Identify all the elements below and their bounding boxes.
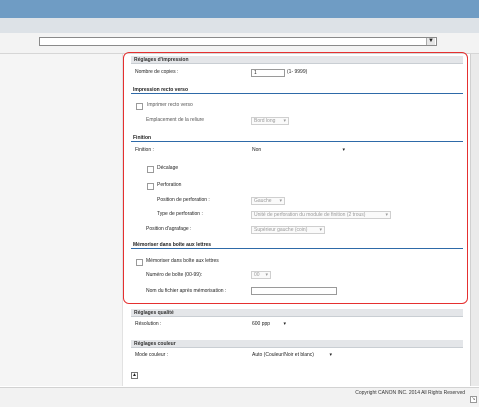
- chevron-down-icon: ▾: [283, 321, 286, 327]
- chevron-down-icon[interactable]: ▼: [426, 38, 435, 45]
- chevron-down-icon: ▾: [329, 352, 332, 358]
- resize-corner-icon[interactable]: ↘: [470, 396, 477, 403]
- vertical-scrollbar[interactable]: [470, 54, 479, 386]
- left-panel: [0, 54, 123, 386]
- color-mode-select[interactable]: Auto (Couleur/Noir et blanc) ▾: [252, 352, 334, 360]
- resolution-value: 600 ppp: [252, 321, 271, 327]
- color-mode-label: Mode couleur :: [135, 352, 169, 358]
- app-header-bar: [0, 0, 479, 18]
- view-select[interactable]: ▼: [39, 37, 437, 46]
- resolution-label: Résolution :: [135, 321, 162, 327]
- color-settings-header: Réglages couleur: [131, 340, 463, 348]
- resolution-select[interactable]: 600 ppp ▾: [252, 321, 288, 329]
- app-subheader-bar: [0, 18, 479, 34]
- copyright-text: Copyright CANON INC. 2014 All Rights Res…: [355, 390, 465, 396]
- color-mode-value: Auto (Couleur/Noir et blanc): [252, 352, 314, 358]
- scroll-to-top-button[interactable]: ▲: [131, 372, 138, 379]
- quality-settings-header: Réglages qualité: [131, 309, 463, 317]
- highlight-outline: [123, 52, 468, 304]
